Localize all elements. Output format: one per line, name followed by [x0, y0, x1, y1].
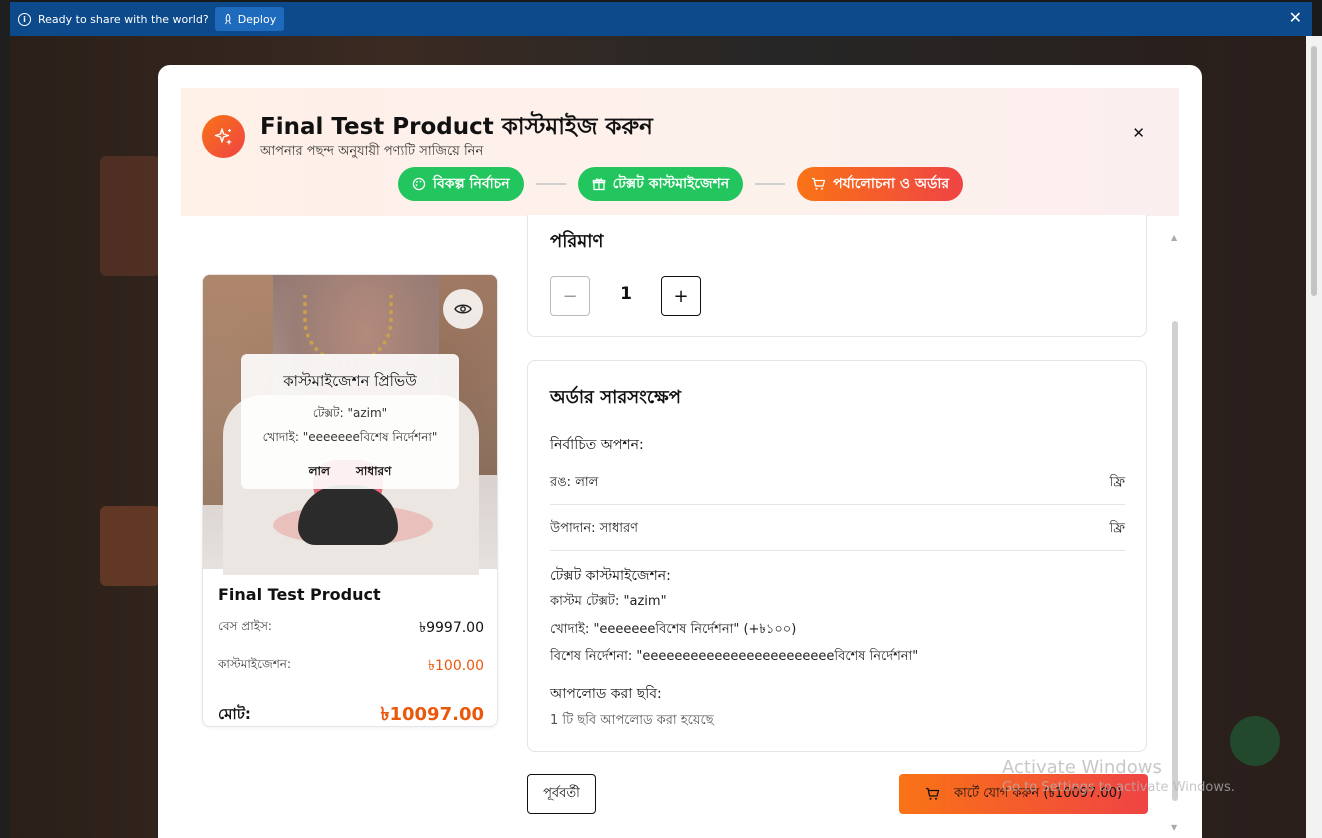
watermark-subtitle: Go to Settings to activate Windows. [1002, 780, 1235, 795]
page-scrollbar[interactable] [1306, 36, 1322, 838]
option-row: রঙ: লাল ফ্রি [550, 473, 1125, 505]
customization-preview-overlay: কাস্টমাইজেশন প্রিভিউ টেক্সট: "azim" খোদা… [241, 354, 459, 489]
info-icon: i [18, 12, 31, 26]
tag-material: সাধারণ [355, 464, 392, 478]
stepper: বিকল্প নির্বাচন টেক্সট কাস্টমাইজেশন পর্য… [398, 167, 964, 201]
modal-header: Final Test Product কাস্টমাইজ করুন আপনার … [181, 88, 1179, 216]
customization-price-label: কাস্টমাইজেশন: [218, 657, 292, 671]
step-label: বিকল্প নির্বাচন [433, 176, 510, 192]
deploy-banner: i Ready to share with the world? Deploy … [10, 2, 1312, 36]
watermark-title: Activate Windows [1002, 757, 1162, 778]
selected-options-label: নির্বাচিত অপশন: [550, 437, 644, 453]
product-preview-card: কাস্টমাইজেশন প্রিভিউ টেক্সট: "azim" খোদা… [202, 274, 498, 727]
uploaded-images-value: 1 টি ছবি আপলোড করা হয়েছে [550, 713, 714, 728]
backdrop-chat-bubble [1230, 716, 1280, 766]
total-row: মোট: ৳10097.00 [218, 700, 484, 726]
eye-icon[interactable] [443, 289, 483, 329]
option-label: উপাদান: সাধারণ [550, 521, 639, 536]
engraving-line: খোদাই: "eeeeeeeবিশেষ নির্দেশনা" (+৳১০০) [550, 622, 797, 637]
base-price-row: বেস প্রাইস: ৳9997.00 [218, 616, 484, 640]
cart-icon [925, 787, 940, 800]
deploy-label: Deploy [237, 12, 277, 26]
customization-price-row: কাস্টমাইজেশন: ৳100.00 [218, 654, 484, 678]
scroll-down-icon[interactable]: ▼ [1171, 823, 1177, 832]
step-label: পর্যালোচনা ও অর্ডার [833, 176, 950, 192]
quantity-decrement-button[interactable]: − [550, 276, 590, 316]
activate-windows-watermark: Activate Windows Go to Settings to activ… [1002, 757, 1235, 795]
modal-scrollbar[interactable]: ▲ ▼ [1170, 233, 1180, 833]
overlay-title: কাস্টমাইজেশন প্রিভিউ [283, 372, 417, 390]
total-value: ৳10097.00 [380, 704, 484, 725]
banner-message: Ready to share with the world? [38, 12, 209, 26]
option-row: উপাদান: সাধারণ ফ্রি [550, 519, 1125, 551]
window-left-rail [0, 0, 10, 838]
quantity-increment-button[interactable]: + [661, 276, 701, 316]
rocket-icon [224, 13, 231, 24]
option-price: ফ্রি [1109, 475, 1125, 490]
summary-title: অর্ডার সারসংক্ষেপ [550, 387, 681, 408]
quantity-value: 1 [620, 284, 632, 304]
page-scrollbar-thumb[interactable] [1311, 46, 1317, 296]
backdrop-image [100, 156, 160, 276]
step-options[interactable]: বিকল্প নির্বাচন [398, 167, 524, 201]
quantity-card: পরিমাণ − 1 + [527, 215, 1147, 337]
palette-icon [412, 177, 426, 191]
backdrop-image [100, 506, 160, 586]
deploy-button[interactable]: Deploy [214, 7, 285, 31]
overlay-tags: লাল সাধারণ [241, 463, 459, 483]
modal-subtitle: আপনার পছন্দ অনুযায়ী পণ্যটি সাজিয়ে নিন [260, 144, 484, 159]
sparkles-icon [202, 115, 245, 158]
customization-price-value: ৳100.00 [428, 658, 484, 674]
step-text-customization[interactable]: টেক্সট কাস্টমাইজেশন [577, 167, 744, 201]
special-instructions-line: বিশেষ নির্দেশনা: "eeeeeeeeeeeeeeeeeeeeee… [550, 649, 919, 664]
banner-close-icon[interactable]: ✕ [1289, 10, 1302, 26]
quantity-title: পরিমাণ [550, 231, 604, 252]
text-customization-label: টেক্সট কাস্টমাইজেশন: [550, 568, 671, 584]
order-summary-card: অর্ডার সারসংক্ষেপ নির্বাচিত অপশন: রঙ: লা… [527, 360, 1147, 752]
tag-color: লাল [308, 464, 330, 478]
cart-icon [812, 177, 826, 190]
close-icon[interactable]: ✕ [1132, 124, 1145, 142]
step-connector [755, 183, 786, 185]
option-label: রঙ: লাল [550, 475, 599, 490]
option-price: ফ্রি [1109, 521, 1125, 536]
gift-icon [592, 178, 605, 191]
total-label: মোট: [218, 705, 251, 723]
modal-scrollbar-thumb[interactable] [1172, 321, 1178, 801]
step-review-order[interactable]: পর্যালোচনা ও অর্ডার [797, 167, 964, 201]
preview-card-body: Final Test Product বেস প্রাইস: ৳9997.00 … [203, 569, 497, 726]
base-price-value: ৳9997.00 [419, 620, 484, 636]
step-label: টেক্সট কাস্টমাইজেশন [612, 176, 730, 192]
base-price-label: বেস প্রাইস: [218, 619, 272, 633]
scroll-up-icon[interactable]: ▲ [1171, 233, 1177, 242]
overlay-text-line: টেক্সট: "azim" [312, 406, 388, 420]
customize-modal: Final Test Product কাস্টমাইজ করুন আপনার … [158, 65, 1202, 838]
custom-text-line: কাস্টম টেক্সট: "azim" [550, 594, 667, 609]
product-name: Final Test Product [218, 585, 381, 604]
previous-button[interactable]: পূর্ববর্তী [527, 774, 596, 814]
step-connector [535, 183, 566, 185]
overlay-engrave-line: খোদাই: "eeeeeeeবিশেষ নির্দেশনা" [262, 430, 438, 444]
uploaded-images-label: আপলোড করা ছবি: [550, 686, 662, 702]
